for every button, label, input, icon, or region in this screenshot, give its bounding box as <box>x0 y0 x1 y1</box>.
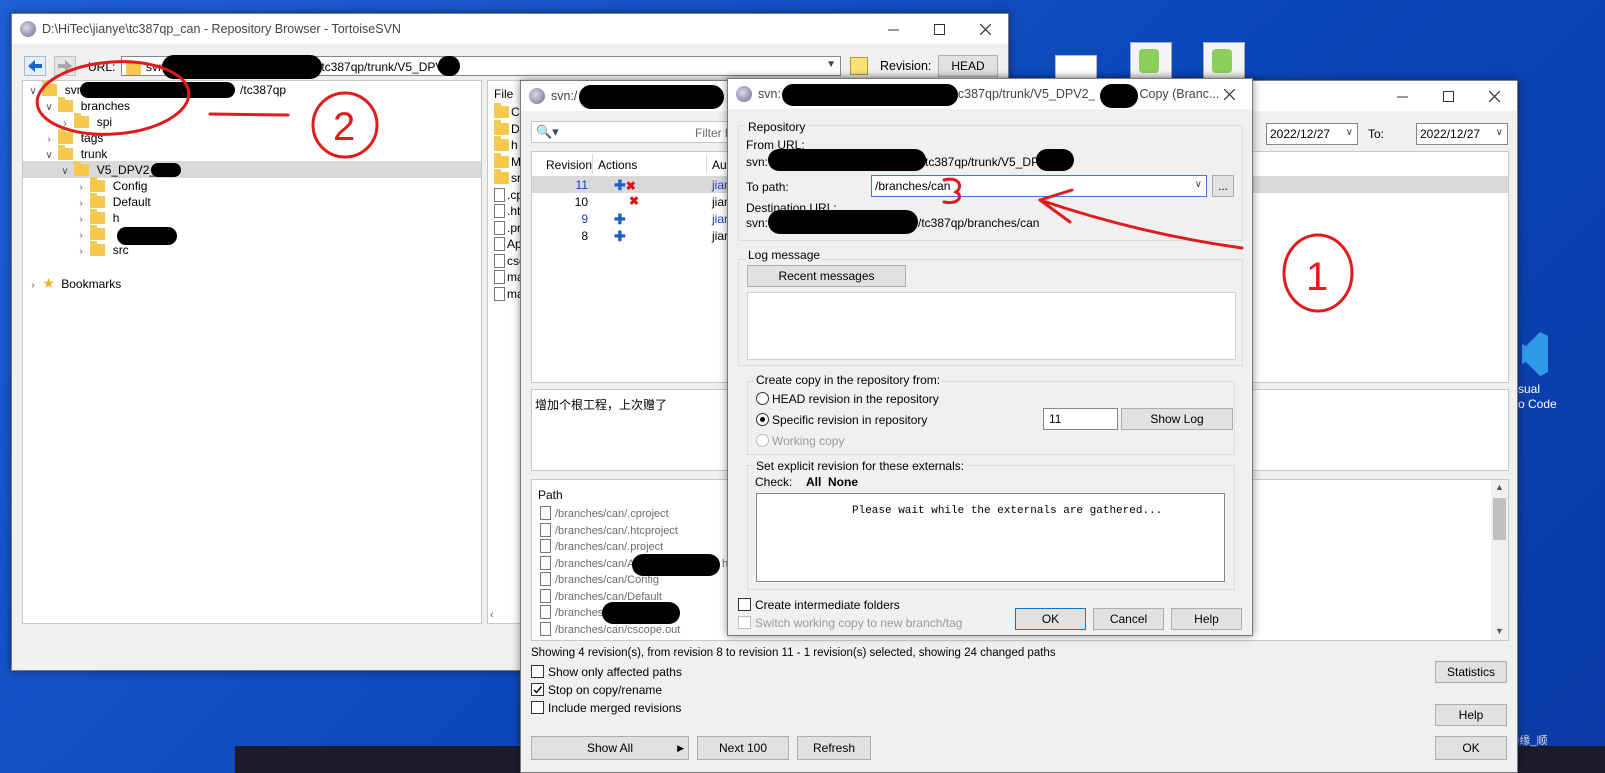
annotation-curl <box>942 177 961 205</box>
annotation-label-2: 2 <box>333 105 355 149</box>
annotation-dash <box>208 112 290 117</box>
annotation-arrow <box>1038 188 1244 250</box>
annotation-label-1: 1 <box>1306 255 1328 299</box>
annotation-ellipse-branches <box>35 60 191 136</box>
annotation-layer: 2 1 <box>35 60 1354 313</box>
